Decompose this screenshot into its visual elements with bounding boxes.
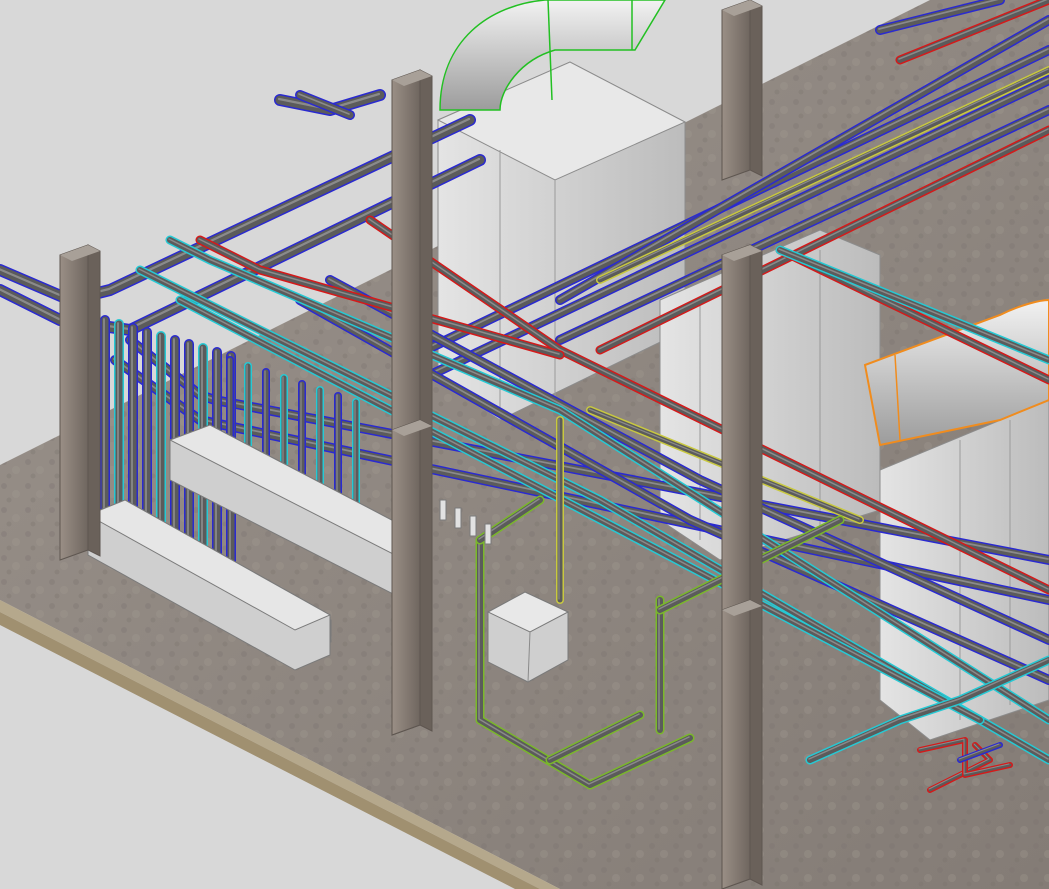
concrete-column — [721, 599, 763, 889]
pipe-run[interactable] — [655, 595, 665, 735]
column-side — [749, 599, 763, 886]
pipe-stub[interactable] — [454, 507, 462, 529]
column-side — [749, 0, 763, 177]
pipe-stub[interactable] — [484, 523, 492, 545]
concrete-column — [721, 0, 763, 181]
column-face — [721, 599, 751, 889]
column-side — [419, 419, 433, 732]
column-face — [721, 0, 751, 181]
3d-viewport[interactable] — [0, 0, 1049, 889]
column-face — [59, 244, 89, 561]
mep-model-scene[interactable] — [0, 0, 1049, 889]
pipe-stub[interactable] — [469, 515, 477, 537]
column-face — [391, 419, 421, 736]
column-side — [87, 244, 101, 557]
pipe-stub[interactable] — [439, 499, 447, 521]
concrete-column — [59, 244, 101, 561]
pipe-run[interactable] — [100, 315, 110, 530]
pipe-run[interactable] — [114, 319, 124, 538]
pipe-run[interactable] — [556, 416, 564, 604]
concrete-column — [391, 419, 433, 736]
